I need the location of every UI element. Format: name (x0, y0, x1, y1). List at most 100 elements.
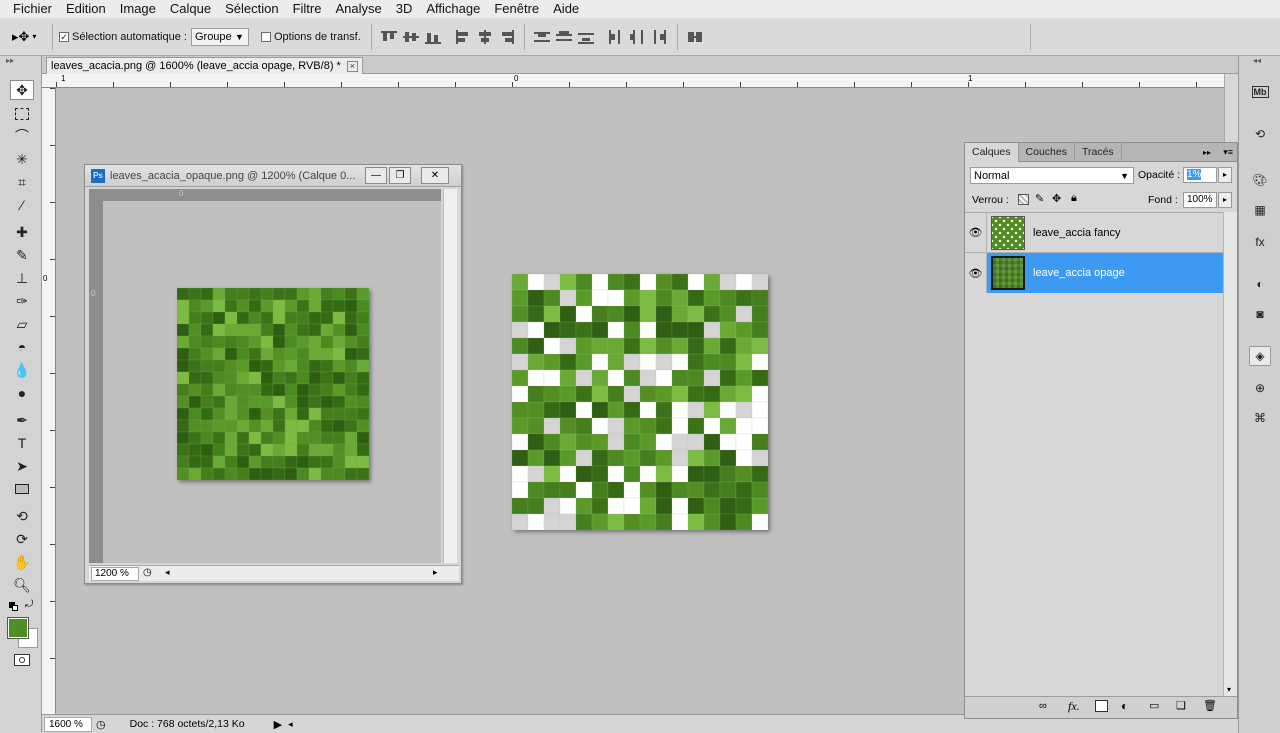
swap-colors-icon[interactable]: ⤾ (25, 599, 33, 610)
panel-collapse-icon[interactable]: ▸▸ (1203, 143, 1211, 162)
fill-input[interactable]: 100% (1183, 192, 1217, 208)
swatches-icon[interactable]: ▦ (1249, 200, 1271, 220)
auto-align-layers-icon[interactable] (685, 29, 705, 45)
menu-image[interactable]: Image (113, 0, 163, 18)
dodge-tool-icon[interactable]: ● (10, 383, 34, 403)
menu-selection[interactable]: Sélection (218, 0, 285, 18)
status-info-icon[interactable]: ◷ (143, 567, 152, 578)
align-bottom-edges-icon[interactable] (423, 29, 443, 45)
auto-select-dropdown[interactable]: Groupe ▼ (190, 27, 249, 46)
adjustments-icon[interactable]: ◐ (1249, 274, 1271, 294)
link-layers-icon[interactable]: ∞ (1039, 700, 1047, 712)
restore-icon[interactable]: ❐ (389, 167, 411, 184)
paint-bucket-tool-icon[interactable]: ◓ (10, 337, 34, 357)
new-group-icon[interactable]: ▭ (1149, 699, 1159, 712)
rectangle-tool-icon[interactable] (10, 479, 34, 499)
lasso-tool-icon[interactable]: ⌒ (10, 126, 34, 146)
path-selection-tool-icon[interactable]: ➤ (10, 456, 34, 476)
menu-edition[interactable]: Edition (59, 0, 113, 18)
clone-stamp-tool-icon[interactable]: ⊥ (10, 268, 34, 288)
3d-orbit-tool-icon[interactable]: ⟳ (10, 529, 34, 549)
floating-vertical-scrollbar[interactable] (443, 189, 457, 563)
menu-aide[interactable]: Aide (546, 0, 586, 18)
crop-tool-icon[interactable]: ⌗ (10, 172, 34, 192)
floating-zoom-field[interactable]: 1200 % (91, 567, 139, 581)
main-image-canvas[interactable] (512, 274, 768, 530)
layer-row-selected[interactable]: 👁︎ leave_accia opage (965, 253, 1223, 293)
masks-icon[interactable]: ◙ (1249, 304, 1271, 324)
panel-menu-icon[interactable]: ▾≡ (1223, 143, 1233, 162)
menu-calque[interactable]: Calque (163, 0, 218, 18)
lock-transparency-icon[interactable] (1018, 194, 1029, 205)
lock-position-icon[interactable]: ✥ (1052, 192, 1061, 205)
layer-row[interactable]: 👁︎ leave_accia fancy (965, 212, 1223, 253)
healing-brush-tool-icon[interactable]: ✚ (10, 222, 34, 242)
channels-icon[interactable]: ⊕ (1249, 378, 1271, 398)
color-icon[interactable]: 🎨︎ (1249, 170, 1271, 190)
visibility-eye-icon[interactable]: 👁︎ (965, 253, 987, 293)
new-adjustment-layer-icon[interactable]: ◐ (1121, 699, 1128, 713)
zoom-tool-icon[interactable]: 🔍︎ (10, 575, 34, 595)
styles-fx-icon[interactable]: fx (1249, 232, 1271, 252)
floating-image-canvas[interactable] (177, 288, 369, 480)
foreground-color-swatch[interactable] (7, 617, 29, 639)
layers-icon[interactable]: ◈ (1249, 346, 1271, 366)
minimize-icon[interactable]: — (365, 167, 387, 184)
pen-tool-icon[interactable]: ✒ (10, 410, 34, 430)
history-brush-tool-icon[interactable]: ✑ (10, 291, 34, 311)
opacity-slider-arrow-icon[interactable]: ▸ (1218, 167, 1232, 183)
distribute-left-icon[interactable] (606, 29, 626, 45)
hand-tool-icon[interactable]: ✋ (10, 552, 34, 572)
history-icon[interactable]: ⟲ (1249, 124, 1271, 144)
align-top-edges-icon[interactable] (379, 29, 399, 45)
blend-mode-dropdown[interactable]: Normal ▼ (970, 167, 1134, 184)
scroll-down-icon[interactable]: ▾ (1227, 685, 1231, 694)
scroll-left-icon[interactable]: ◂ (165, 567, 170, 578)
type-tool-icon[interactable]: T (10, 433, 34, 453)
default-colors-icon[interactable] (9, 602, 19, 612)
opacity-input[interactable]: 1% (1183, 167, 1217, 183)
zoom-field[interactable]: 1600 % (44, 716, 92, 732)
auto-select-checkbox[interactable]: ✓ (59, 31, 69, 42)
layers-panel-scrollbar[interactable]: ▾ (1223, 212, 1237, 696)
menu-analyse[interactable]: Analyse (328, 0, 388, 18)
document-tab[interactable]: leaves_acacia.png @ 1600% (leave_accia o… (46, 57, 363, 74)
tab-couches[interactable]: Couches (1019, 143, 1075, 162)
menu-fenetre[interactable]: Fenêtre (487, 0, 546, 18)
eraser-tool-icon[interactable]: ▱ (10, 314, 34, 334)
new-layer-icon[interactable]: ❏ (1176, 699, 1186, 712)
quick-mask-icon[interactable] (14, 654, 30, 666)
scroll-right-icon[interactable]: ▸ (433, 567, 438, 578)
marquee-tool-icon[interactable] (10, 104, 34, 124)
align-right-edges-icon[interactable] (497, 29, 517, 45)
move-tool-preset-icon[interactable]: ▸✥ ▾ (12, 25, 46, 49)
menu-filtre[interactable]: Filtre (286, 0, 329, 18)
distribute-bottom-icon[interactable] (576, 29, 596, 45)
move-tool-icon[interactable]: ✥ (10, 80, 34, 100)
scroll-left-icon[interactable]: ◂ (288, 719, 293, 730)
transform-options-checkbox[interactable] (260, 31, 271, 42)
brush-tool-icon[interactable]: ✎ (10, 245, 34, 265)
layer-style-fx-icon[interactable]: fx. (1068, 699, 1080, 714)
align-left-edges-icon[interactable] (453, 29, 473, 45)
floating-window-titlebar[interactable]: Ps leaves_acacia_opaque.png @ 1200% (Cal… (85, 165, 461, 187)
eyedropper-tool-icon[interactable]: ⁄ (10, 195, 34, 215)
3d-rotate-tool-icon[interactable]: ⟲ (10, 506, 34, 526)
add-mask-icon[interactable] (1095, 700, 1108, 712)
tab-calques[interactable]: Calques (965, 143, 1019, 162)
visibility-eye-icon[interactable]: 👁︎ (965, 212, 987, 253)
delete-layer-icon[interactable]: 🗑︎ (1203, 699, 1217, 712)
align-horizontal-centers-icon[interactable] (475, 29, 495, 45)
lock-pixels-icon[interactable]: ✎ (1035, 192, 1044, 205)
panel-collapse-icon[interactable]: ▸▸ (6, 56, 14, 65)
dock-collapse-icon[interactable]: ◂◂ (1253, 56, 1261, 65)
fill-slider-arrow-icon[interactable]: ▸ (1218, 192, 1232, 208)
menu-fichier[interactable]: Fichier (6, 0, 59, 18)
close-icon[interactable]: ✕ (421, 167, 449, 184)
status-info-icon[interactable]: ◷ (96, 718, 106, 731)
distribute-hcenter-icon[interactable] (628, 29, 648, 45)
status-menu-icon[interactable]: ▶ (274, 718, 282, 731)
lock-all-icon[interactable]: 🔒︎ (1071, 192, 1077, 205)
close-icon[interactable]: × (346, 60, 358, 72)
distribute-top-icon[interactable] (532, 29, 552, 45)
